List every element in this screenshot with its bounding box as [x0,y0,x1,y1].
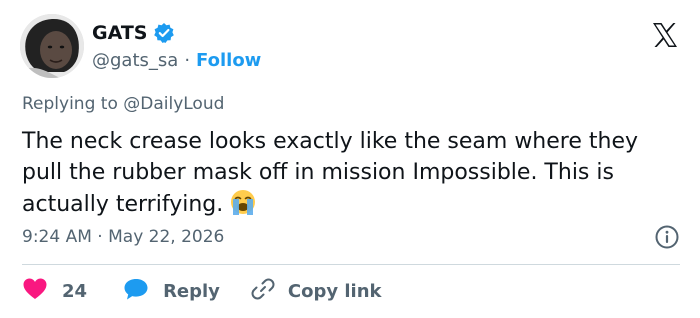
like-button[interactable]: 24 [22,277,87,305]
reply-context: Replying to @DailyLoud [22,94,224,114]
divider [22,264,680,265]
meta-separator: · [97,227,103,247]
info-icon[interactable] [654,224,680,250]
heart-icon [22,277,48,305]
author-handle[interactable]: @gats_sa [92,50,178,71]
action-bar: 24 Reply Copy link [22,276,382,306]
reply-button[interactable]: Reply [123,277,220,305]
reply-bubble-icon [123,277,149,305]
display-name[interactable]: GATS [92,22,147,44]
author-name-row: GATS [92,20,175,46]
tweet-meta: 9:24 AM · May 22, 2026 [22,227,224,247]
copy-link-button[interactable]: Copy link [250,276,382,306]
verified-badge-icon [153,22,175,44]
like-count: 24 [62,280,88,302]
tweet-date[interactable]: May 22, 2026 [108,227,224,247]
x-logo-icon[interactable] [650,20,680,50]
reply-mention-link[interactable]: @DailyLoud [123,94,224,114]
loudly-crying-face-icon [229,188,257,216]
tweet-body: The neck crease looks exactly like the s… [22,129,638,217]
handle-separator: · [184,49,191,71]
tweet-text: The neck crease looks exactly like the s… [22,126,682,220]
reply-context-prefix: Replying to [22,94,118,114]
link-icon [250,276,276,306]
avatar[interactable] [20,14,84,78]
tweet-time[interactable]: 9:24 AM [22,227,92,247]
follow-button[interactable]: Follow [196,50,261,71]
author-handle-row: @gats_sa · Follow [92,48,261,72]
reply-label: Reply [163,280,220,302]
copy-link-label: Copy link [287,280,382,302]
